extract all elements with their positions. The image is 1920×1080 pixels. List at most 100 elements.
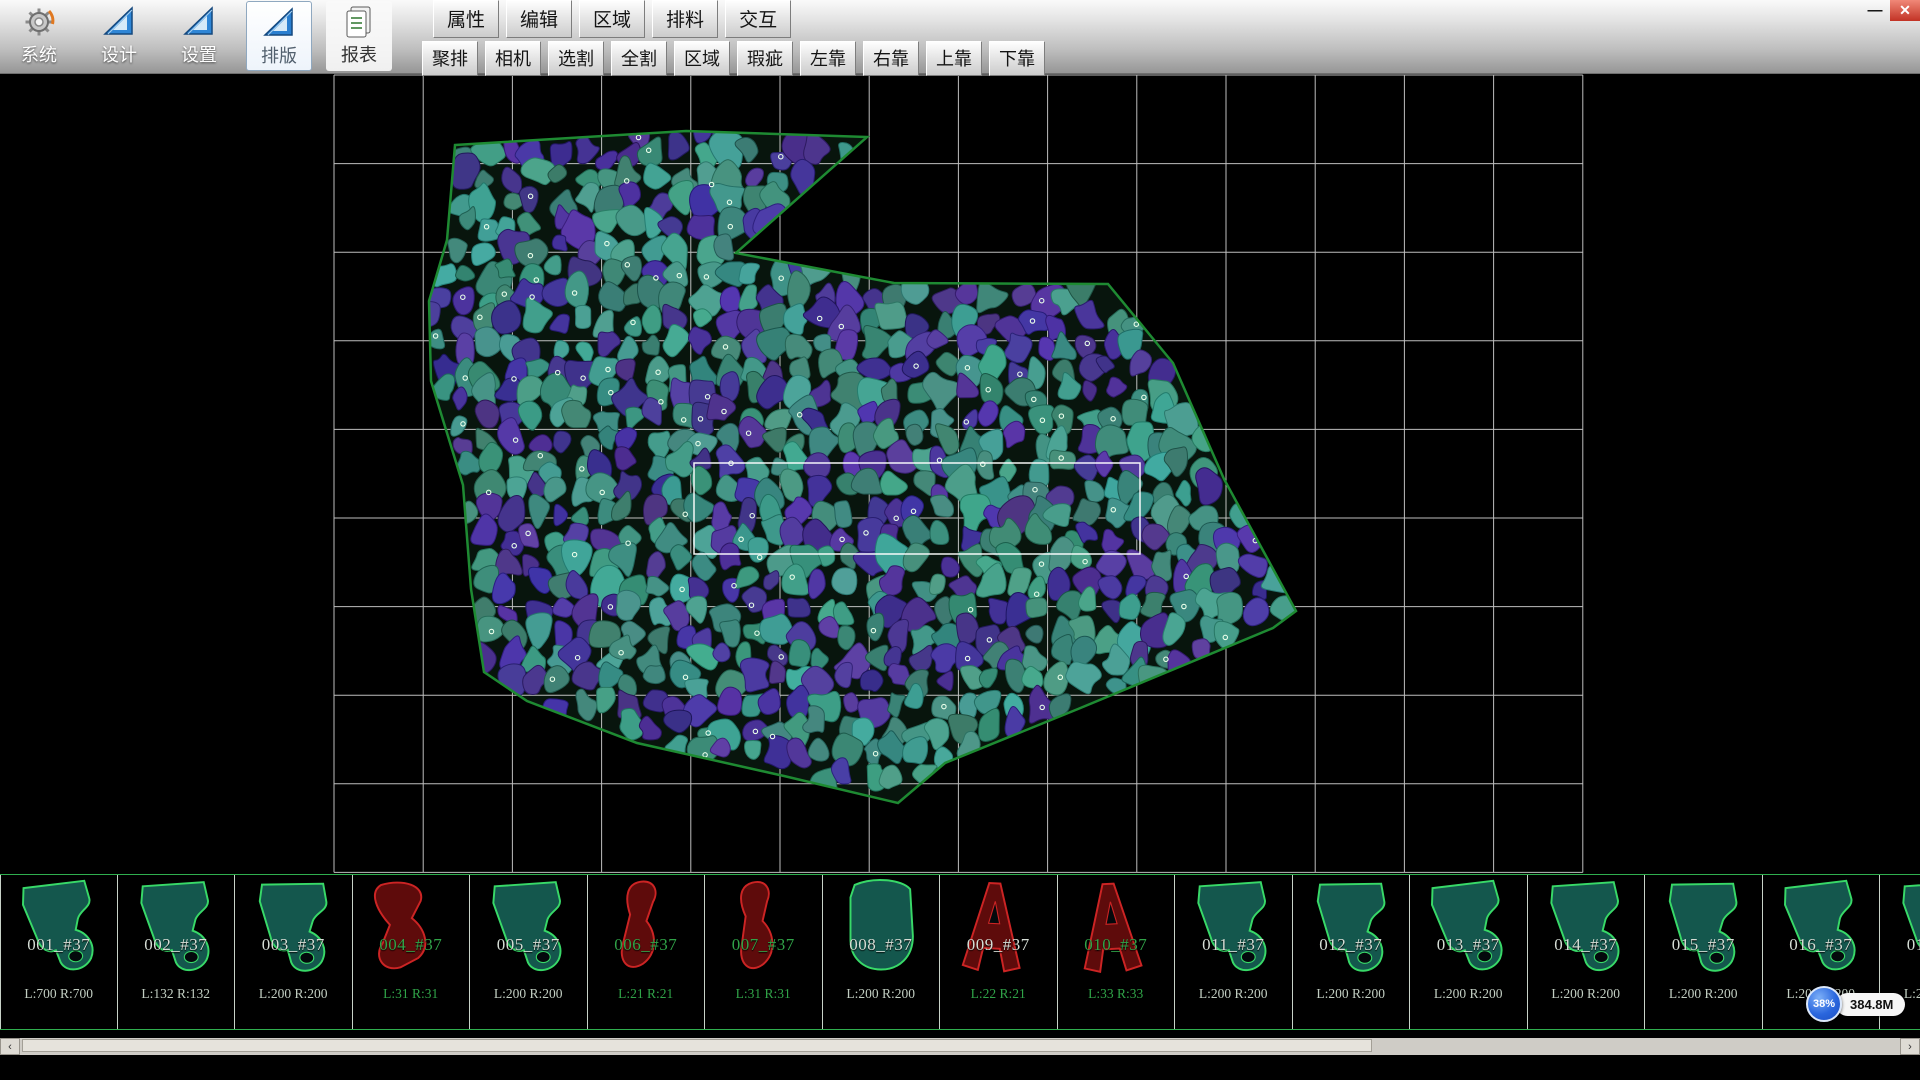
piece-thumbnail-002_#37[interactable]: 002_#37 L:132 R:132: [118, 875, 236, 1029]
piece-name: 002_#37: [118, 935, 235, 955]
piece-name: 010_#37: [1058, 935, 1175, 955]
piece-counts: L:200 R:200: [1645, 986, 1762, 1002]
app-button-label: 系统: [21, 41, 57, 67]
piece-shape-icon: [1421, 878, 1515, 982]
piece-shape-icon: [246, 878, 340, 982]
piece-name: 005_#37: [470, 935, 587, 955]
menu-tab-nest[interactable]: 排料: [652, 0, 718, 38]
piece-thumbnail-009_#37[interactable]: 009_#37 L:22 R:21: [940, 875, 1058, 1029]
piece-shape-icon: [951, 878, 1045, 982]
piece-shape-icon: [1774, 878, 1868, 982]
piece-name: 007_#37: [705, 935, 822, 955]
piece-counts: L:200 R:200: [1175, 986, 1292, 1002]
nesting-ruler-icon: [261, 5, 297, 41]
app-button-nesting[interactable]: 排版: [246, 1, 312, 71]
piece-thumbnail-014_#37[interactable]: 014_#37 L:200 R:200: [1528, 875, 1646, 1029]
app-button-system[interactable]: 系统: [6, 1, 72, 71]
piece-shape-icon: [364, 878, 458, 982]
main-toolbar: 系统 设计 设置 排版 报表 属性编辑区域排料交互 聚排相机选割全割区域瑕疵左靠…: [0, 0, 1920, 74]
piece-name: 009_#37: [940, 935, 1057, 955]
menu-tab-properties[interactable]: 属性: [433, 0, 499, 38]
piece-name: 008_#37: [823, 935, 940, 955]
tool-button-region[interactable]: 区域: [674, 41, 730, 76]
piece-shape-icon: [481, 878, 575, 982]
piece-counts: L:22 R:21: [940, 986, 1057, 1002]
piece-counts: L:200 R:200: [1410, 986, 1527, 1002]
piece-counts: L:31 R:31: [353, 986, 470, 1002]
nesting-canvas[interactable]: [0, 74, 1920, 874]
scrollbar-track[interactable]: [20, 1038, 1900, 1055]
piece-counts: L:200 R:200: [823, 986, 940, 1002]
piece-name: 006_#37: [588, 935, 705, 955]
scroll-right-arrow-icon[interactable]: ›: [1900, 1038, 1920, 1055]
tool-button-align-top[interactable]: 上靠: [926, 41, 982, 76]
piece-thumbnail-015_#37[interactable]: 015_#37 L:200 R:200: [1645, 875, 1763, 1029]
menu-tab-edit[interactable]: 编辑: [506, 0, 572, 38]
piece-shape-icon: [1304, 878, 1398, 982]
leather-nesting-app: 系统 设计 设置 排版 报表 属性编辑区域排料交互 聚排相机选割全割区域瑕疵左靠…: [0, 0, 1920, 1080]
horizontal-scrollbar[interactable]: ‹ ›: [0, 1038, 1920, 1055]
piece-thumbnail-003_#37[interactable]: 003_#37 L:200 R:200: [235, 875, 353, 1029]
app-button-label: 排版: [261, 42, 297, 68]
piece-shape-icon: [599, 878, 693, 982]
system-gear-icon: [21, 4, 57, 40]
piece-counts: L:132 R:132: [118, 986, 235, 1002]
app-button-label: 设置: [181, 41, 217, 67]
piece-thumbnail-004_#37[interactable]: 004_#37 L:31 R:31: [353, 875, 471, 1029]
close-button[interactable]: ✕: [1890, 0, 1920, 21]
tool-button-cluster-nest[interactable]: 聚排: [422, 41, 478, 76]
piece-name: 012_#37: [1293, 935, 1410, 955]
menu-tab-region[interactable]: 区域: [579, 0, 645, 38]
piece-thumbnail-008_#37[interactable]: 008_#37 L:200 R:200: [823, 875, 941, 1029]
pieces-thumbnail-strip: 001_#37 L:700 R:700 002_#37 L:132 R:132 …: [0, 874, 1920, 1030]
tool-button-camera[interactable]: 相机: [485, 41, 541, 76]
piece-thumbnail-011_#37[interactable]: 011_#37 L:200 R:200: [1175, 875, 1293, 1029]
piece-thumbnail-006_#37[interactable]: 006_#37 L:21 R:21: [588, 875, 706, 1029]
piece-thumbnail-007_#37[interactable]: 007_#37 L:31 R:31: [705, 875, 823, 1029]
scroll-left-arrow-icon[interactable]: ‹: [0, 1038, 20, 1055]
design-ruler-icon: [101, 4, 137, 40]
menu-tab-row: 属性编辑区域排料交互: [433, 0, 1045, 38]
piece-name: 004_#37: [353, 935, 470, 955]
piece-name: 011_#37: [1175, 935, 1292, 955]
status-indicator: 38% 384.8M: [1806, 986, 1905, 1022]
app-button-settings[interactable]: 设置: [166, 1, 232, 71]
piece-name: 017_#37: [1880, 935, 1920, 955]
tool-button-select-cut[interactable]: 选割: [548, 41, 604, 76]
tool-button-align-left[interactable]: 左靠: [800, 41, 856, 76]
menu-tab-interact[interactable]: 交互: [725, 0, 791, 38]
piece-thumbnail-013_#37[interactable]: 013_#37 L:200 R:200: [1410, 875, 1528, 1029]
app-mode-buttons: 系统 设计 设置 排版 报表: [6, 1, 392, 71]
piece-shape-icon: [1069, 878, 1163, 982]
piece-thumbnail-001_#37[interactable]: 001_#37 L:700 R:700: [0, 875, 118, 1029]
tool-button-align-right[interactable]: 右靠: [863, 41, 919, 76]
minimize-button[interactable]: —: [1860, 0, 1890, 21]
piece-counts: L:33 R:33: [1058, 986, 1175, 1002]
nesting-canvas-svg: [0, 74, 1920, 874]
window-controls: — ✕: [1860, 0, 1920, 21]
app-button-design[interactable]: 设计: [86, 1, 152, 71]
piece-counts: L:200 R:200: [1528, 986, 1645, 1002]
app-button-report[interactable]: 报表: [326, 1, 392, 71]
scrollbar-thumb[interactable]: [22, 1039, 1372, 1052]
tool-button-defect[interactable]: 瑕疵: [737, 41, 793, 76]
piece-shape-icon: [1539, 878, 1633, 982]
piece-shape-icon: [716, 878, 810, 982]
menu-area: 属性编辑区域排料交互 聚排相机选割全割区域瑕疵左靠右靠上靠下靠: [433, 0, 1045, 76]
piece-counts: L:200 R:200: [235, 986, 352, 1002]
memory-badge: 384.8M: [1836, 993, 1905, 1016]
piece-thumbnail-010_#37[interactable]: 010_#37 L:33 R:33: [1058, 875, 1176, 1029]
piece-name: 003_#37: [235, 935, 352, 955]
report-doc-icon: [341, 4, 377, 40]
piece-name: 001_#37: [1, 935, 117, 955]
tool-button-align-bottom[interactable]: 下靠: [989, 41, 1045, 76]
piece-shape-icon: [834, 878, 928, 982]
settings-ruler-icon: [181, 4, 217, 40]
piece-shape-icon: [1891, 878, 1920, 982]
tool-button-cut-all[interactable]: 全割: [611, 41, 667, 76]
piece-counts: L:700 R:700: [1, 986, 117, 1002]
piece-name: 014_#37: [1528, 935, 1645, 955]
piece-name: 013_#37: [1410, 935, 1527, 955]
piece-thumbnail-005_#37[interactable]: 005_#37 L:200 R:200: [470, 875, 588, 1029]
piece-thumbnail-012_#37[interactable]: 012_#37 L:200 R:200: [1293, 875, 1411, 1029]
